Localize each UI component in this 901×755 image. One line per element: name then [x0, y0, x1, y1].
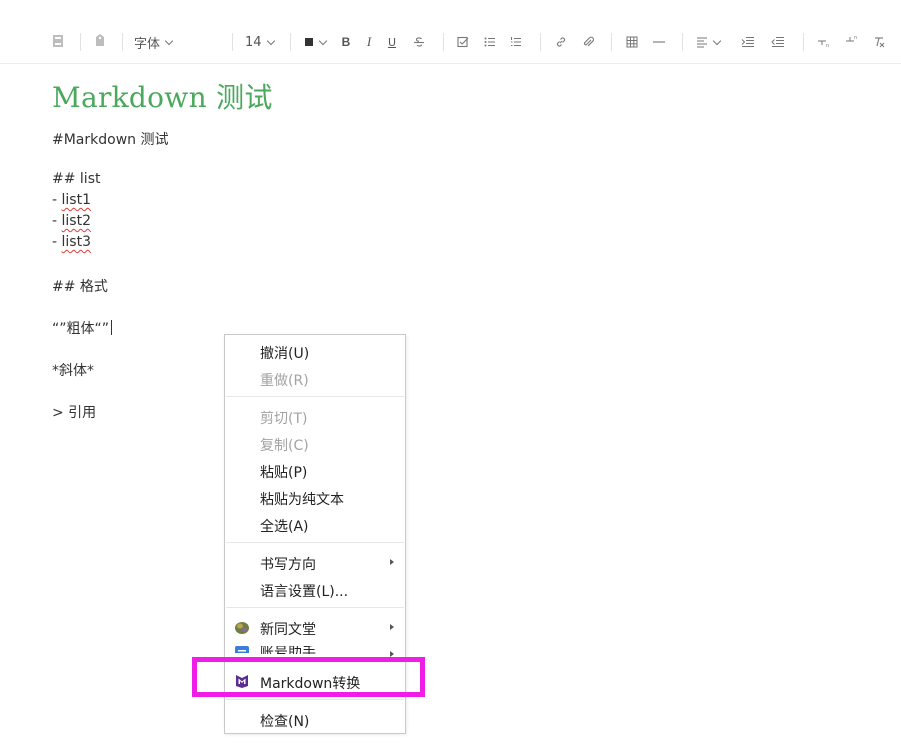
menu-item-account-helper[interactable]: 账号助手: [260, 646, 316, 654]
attachment-icon[interactable]: [581, 33, 595, 51]
menu-item-undo[interactable]: 撤消(U): [260, 343, 309, 363]
menu-item-inspect[interactable]: 检查(N): [260, 711, 309, 731]
text-cursor: [111, 320, 113, 335]
subscript-icon[interactable]: n: [817, 33, 831, 51]
chevron-down-icon: [164, 36, 174, 45]
svg-text:n: n: [826, 43, 829, 48]
menu-separator: [226, 699, 404, 700]
horizontal-rule-icon[interactable]: [652, 33, 666, 51]
menu-item-paste[interactable]: 粘贴(P): [260, 462, 307, 482]
outdent-icon[interactable]: [771, 33, 785, 51]
context-menu: 撤消(U) 重做(R) 剪切(T) 复制(C) 粘贴(P) 粘贴为纯文本 全选(…: [224, 334, 406, 734]
list-item-prefix: -: [52, 234, 62, 250]
note-line-italic: *斜体*: [52, 363, 94, 379]
list-item-prefix: -: [52, 192, 62, 208]
note-line-bold: “”粗体“”: [52, 318, 113, 338]
markdown-convert-icon: [234, 673, 250, 689]
bold-text: “”粗体“”: [52, 321, 110, 337]
note-line-quote: > 引用: [52, 405, 97, 421]
list-item-text: list3: [61, 234, 91, 250]
link-icon[interactable]: [554, 33, 568, 51]
italic-icon[interactable]: I: [363, 33, 375, 51]
list-item-text: list1: [61, 192, 91, 208]
font-color-dropdown[interactable]: [304, 33, 328, 51]
menu-item-xintong-wentang[interactable]: 新同文堂: [260, 619, 316, 639]
font-family-dropdown[interactable]: 字体: [134, 33, 174, 52]
list-item: - list2: [52, 213, 91, 229]
menu-separator: [226, 542, 404, 543]
menu-separator: [226, 607, 404, 608]
checkbox-icon[interactable]: [456, 33, 470, 51]
bold-icon[interactable]: B: [340, 33, 352, 51]
svg-text:n: n: [854, 35, 857, 41]
note-title[interactable]: Markdown 测试: [52, 76, 273, 116]
font-family-label: 字体: [134, 36, 161, 52]
xintong-wentang-icon: [234, 620, 250, 636]
note-line-h2-format: ## 格式: [52, 279, 108, 295]
menu-item-markdown-convert[interactable]: Markdown转换: [260, 673, 360, 693]
font-size-dropdown[interactable]: 14: [245, 33, 275, 51]
menu-item-cut[interactable]: 剪切(T): [260, 408, 307, 428]
underline-icon[interactable]: U: [386, 33, 398, 51]
menu-item-select-all[interactable]: 全选(A): [260, 516, 309, 536]
numbered-list-icon[interactable]: [509, 33, 523, 51]
list-item-text: list2: [61, 213, 91, 229]
align-icon: [697, 37, 707, 48]
formatting-toolbar: 字体 14 B I U n n: [0, 0, 901, 64]
font-color-icon: [305, 38, 313, 46]
submenu-arrow-icon: [390, 651, 394, 657]
menu-item-copy[interactable]: 复制(C): [260, 435, 309, 455]
list-item: - list1: [52, 192, 91, 208]
note-line-h2-list: ## list: [52, 171, 101, 187]
menu-item-writing-direction[interactable]: 书写方向: [260, 554, 316, 574]
list-item-prefix: -: [52, 213, 62, 229]
menu-item-paste-plain[interactable]: 粘贴为纯文本: [260, 489, 344, 509]
account-helper-icon: [234, 645, 250, 653]
chevron-down-icon: [712, 36, 722, 45]
notebook-icon[interactable]: [50, 32, 66, 50]
bullet-list-icon[interactable]: [483, 33, 497, 51]
menu-separator: [226, 396, 404, 397]
chevron-down-icon: [318, 36, 328, 45]
superscript-icon[interactable]: n: [845, 31, 859, 49]
tag-icon[interactable]: [92, 31, 108, 49]
submenu-arrow-icon: [390, 624, 394, 630]
font-size-label: 14: [245, 34, 262, 50]
table-icon[interactable]: [625, 33, 639, 51]
clear-format-icon[interactable]: [872, 33, 886, 51]
menu-item-redo[interactable]: 重做(R): [260, 370, 309, 390]
list-item: - list3: [52, 234, 91, 250]
note-line-h1: #Markdown 测试: [52, 132, 169, 148]
chevron-down-icon: [266, 36, 275, 45]
submenu-arrow-icon: [390, 559, 394, 565]
strikethrough-icon[interactable]: [412, 33, 426, 51]
menu-item-language-settings[interactable]: 语言设置(L)...: [260, 581, 348, 601]
align-dropdown[interactable]: [696, 33, 722, 51]
indent-icon[interactable]: [741, 33, 755, 51]
